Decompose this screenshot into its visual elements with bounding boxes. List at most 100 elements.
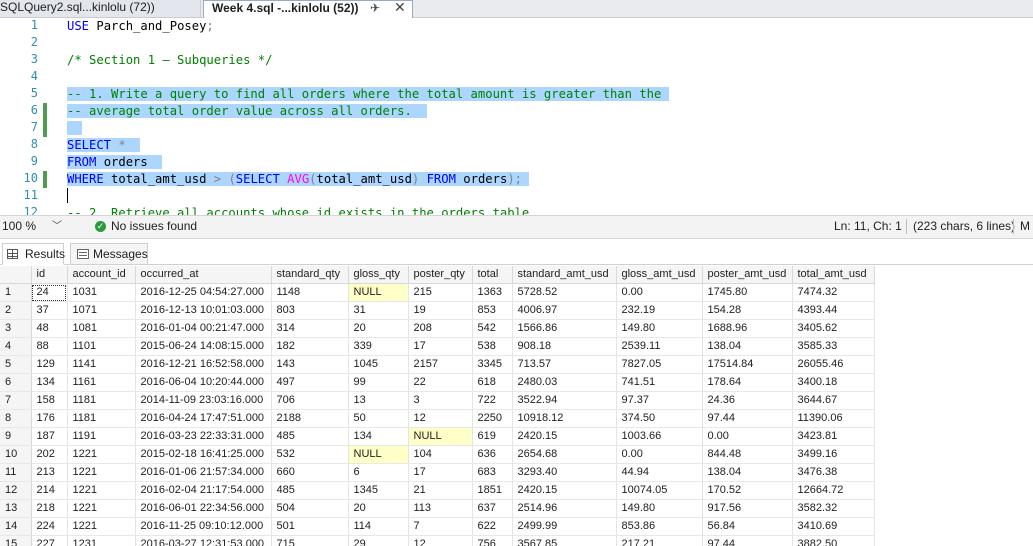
grid-cell[interactable]: 215: [408, 283, 473, 302]
grid-cell[interactable]: 97.44: [702, 535, 793, 546]
grid-cell[interactable]: 3499.16: [792, 445, 875, 464]
grid-cell[interactable]: 4006.97: [512, 301, 617, 320]
grid-cell[interactable]: 138.04: [702, 463, 793, 482]
code-line[interactable]: USE Parch_and_Posey;: [67, 18, 214, 35]
grid-cell[interactable]: 158: [31, 391, 68, 410]
grid-cell[interactable]: 2016-03-27 12:31:53.000: [135, 535, 272, 546]
grid-cell[interactable]: 1221: [67, 481, 136, 500]
grid-cell[interactable]: 618: [472, 373, 513, 392]
table-row[interactable]: 7 158 1181 2014-11-09 23:03:16.000 706 13 3 722…: [0, 391, 875, 410]
grid-cell[interactable]: 314: [271, 319, 349, 338]
code-line[interactable]: -- average total order value across all …: [67, 103, 427, 120]
grid-cell[interactable]: 214: [31, 481, 68, 500]
grid-cell[interactable]: 3: [408, 391, 473, 410]
grid-cell[interactable]: 741.51: [616, 373, 703, 392]
row-number[interactable]: 9: [0, 427, 32, 446]
grid-cell[interactable]: 2016-06-04 10:20:44.000: [135, 373, 272, 392]
issues-status[interactable]: No issues found: [111, 219, 197, 234]
grid-cell[interactable]: 56.84: [702, 517, 793, 536]
grid-cell[interactable]: 149.80: [616, 499, 703, 518]
grid-cell[interactable]: 178.64: [702, 373, 793, 392]
grid-cell[interactable]: NULL: [348, 445, 409, 464]
row-number[interactable]: 8: [0, 409, 32, 428]
grid-cell[interactable]: 17514.84: [702, 355, 793, 374]
grid-cell[interactable]: 113: [408, 499, 473, 518]
grid-cell[interactable]: 542: [472, 319, 513, 338]
grid-cell[interactable]: 501: [271, 517, 349, 536]
code-line[interactable]: FROM orders: [67, 154, 163, 171]
grid-cell[interactable]: 37: [31, 301, 68, 320]
grid-cell[interactable]: 3522.94: [512, 391, 617, 410]
column-header-total-amt-usd[interactable]: total_amt_usd: [792, 266, 875, 284]
table-row[interactable]: 12 214 1221 2016-02-04 21:17:54.000 485 1345 2…: [0, 481, 875, 500]
grid-cell[interactable]: 660: [271, 463, 349, 482]
grid-cell[interactable]: 1221: [67, 499, 136, 518]
table-row[interactable]: 4 88 1101 2015-06-24 14:08:15.000 182 339 17 53…: [0, 337, 875, 356]
grid-cell[interactable]: 224: [31, 517, 68, 536]
grid-cell[interactable]: 7: [408, 517, 473, 536]
grid-cell[interactable]: 44.94: [616, 463, 703, 482]
grid-cell[interactable]: 1181: [67, 409, 136, 428]
row-number[interactable]: 13: [0, 499, 32, 518]
tab-messages[interactable]: Messages: [70, 243, 148, 265]
grid-cell[interactable]: 3293.40: [512, 463, 617, 482]
grid-cell[interactable]: 2015-06-24 14:08:15.000: [135, 337, 272, 356]
grid-cell[interactable]: 339: [348, 337, 409, 356]
query-editor[interactable]: 1 USE Parch_and_Posey; 2 3 /* Section 1 – Su…: [0, 18, 1033, 215]
table-row[interactable]: 15 227 1231 2016-03-27 12:31:53.000 715 29 12 7…: [0, 535, 875, 546]
row-number[interactable]: 3: [0, 319, 32, 338]
grid-cell[interactable]: 1081: [67, 319, 136, 338]
grid-cell[interactable]: 29: [348, 535, 409, 546]
table-row[interactable]: 9 187 1191 2016-03-23 22:33:31.000 485 134 NUL…: [0, 427, 875, 446]
grid-cell[interactable]: 3345: [472, 355, 513, 374]
grid-cell[interactable]: 1071: [67, 301, 136, 320]
grid-cell[interactable]: 374.50: [616, 409, 703, 428]
grid-cell[interactable]: 3400.18: [792, 373, 875, 392]
tab-sqlquery2[interactable]: SQLQuery2.sql...kinlolu (72)): [0, 0, 201, 17]
tab-week4-sql[interactable]: Week 4.sql -...kinlolu (52)) ✈ ✕: [203, 0, 413, 18]
table-row[interactable]: 14 224 1221 2016-11-25 09:10:12.000 501 114 7 6…: [0, 517, 875, 536]
row-number[interactable]: 15: [0, 535, 32, 546]
grid-cell[interactable]: 2250: [472, 409, 513, 428]
grid-cell[interactable]: 1566.86: [512, 319, 617, 338]
grid-cell[interactable]: 853: [472, 301, 513, 320]
grid-cell[interactable]: 17: [408, 463, 473, 482]
grid-cell[interactable]: 3423.81: [792, 427, 875, 446]
code-line[interactable]: WHERE total_amt_usd > (SELECT AVG(total_…: [67, 171, 530, 188]
table-row[interactable]: 8 176 1181 2016-04-24 17:47:51.000 2188 50 12 2…: [0, 409, 875, 428]
table-row[interactable]: 3 48 1081 2016-01-04 00:21:47.000 314 20 208 54…: [0, 319, 875, 338]
grid-cell[interactable]: 1221: [67, 517, 136, 536]
row-header-corner[interactable]: [0, 266, 32, 284]
grid-cell[interactable]: 187: [31, 427, 68, 446]
row-number[interactable]: 11: [0, 463, 32, 482]
grid-cell[interactable]: 1101: [67, 337, 136, 356]
grid-cell[interactable]: 5728.52: [512, 283, 617, 302]
grid-cell[interactable]: 853.86: [616, 517, 703, 536]
column-header-gloss-amt-usd[interactable]: gloss_amt_usd: [616, 266, 703, 284]
grid-cell[interactable]: 1345: [348, 481, 409, 500]
grid-cell[interactable]: 722: [472, 391, 513, 410]
grid-cell[interactable]: 2016-02-04 21:17:54.000: [135, 481, 272, 500]
grid-cell[interactable]: 3882.50: [792, 535, 875, 546]
grid-cell[interactable]: 99: [348, 373, 409, 392]
grid-cell[interactable]: 129: [31, 355, 68, 374]
grid-cell[interactable]: 3405.62: [792, 319, 875, 338]
grid-cell[interactable]: 213: [31, 463, 68, 482]
grid-cell[interactable]: 2016-11-25 09:10:12.000: [135, 517, 272, 536]
grid-cell[interactable]: 208: [408, 319, 473, 338]
grid-cell[interactable]: 637: [472, 499, 513, 518]
grid-cell[interactable]: 1363: [472, 283, 513, 302]
table-row[interactable]: 6 134 1161 2016-06-04 10:20:44.000 497 99 22 61…: [0, 373, 875, 392]
grid-cell[interactable]: 706: [271, 391, 349, 410]
grid-cell[interactable]: 149.80: [616, 319, 703, 338]
grid-cell[interactable]: 143: [271, 355, 349, 374]
grid-cell[interactable]: 538: [472, 337, 513, 356]
grid-cell[interactable]: 2480.03: [512, 373, 617, 392]
grid-cell[interactable]: 176: [31, 409, 68, 428]
grid-cell[interactable]: 3585.33: [792, 337, 875, 356]
results-table[interactable]: id account_id occurred_at standard_qty gloss…: [0, 266, 875, 546]
grid-cell[interactable]: 622: [472, 517, 513, 536]
grid-cell[interactable]: 497: [271, 373, 349, 392]
grid-cell[interactable]: 1221: [67, 463, 136, 482]
table-row[interactable]: 11 213 1221 2016-01-06 21:57:34.000 660 6 17 68…: [0, 463, 875, 482]
